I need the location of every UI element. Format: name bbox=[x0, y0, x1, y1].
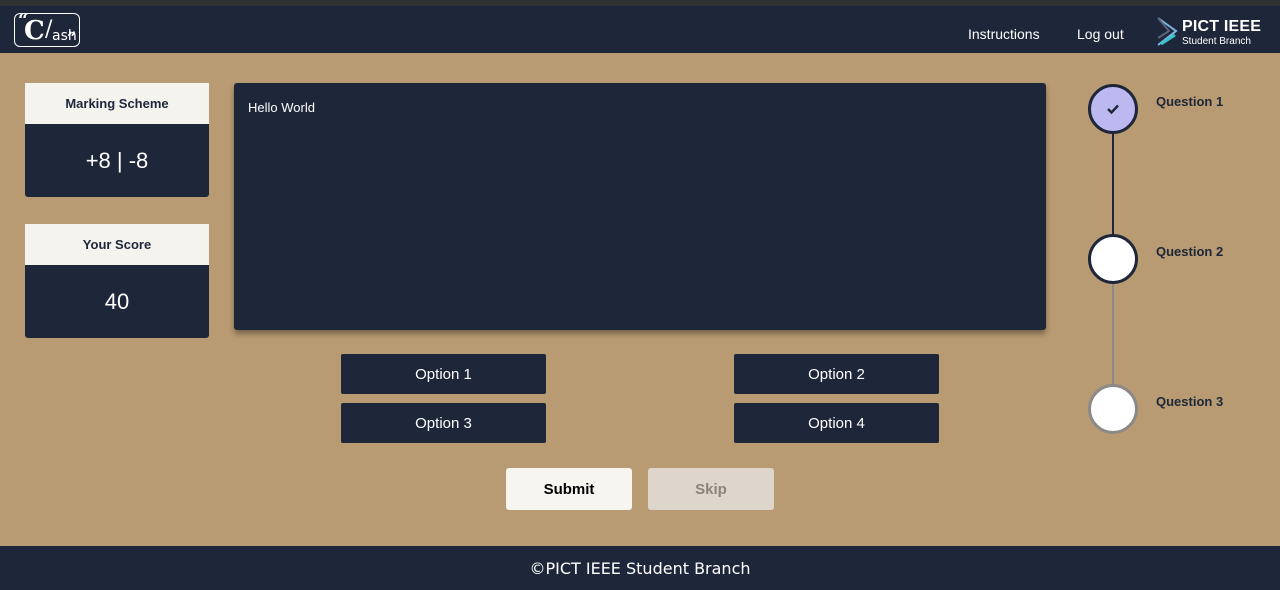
marking-scheme-value: +8 | -8 bbox=[25, 124, 209, 197]
question-panel: Hello World bbox=[234, 83, 1046, 330]
nav-instructions-link[interactable]: Instructions bbox=[968, 26, 1040, 42]
logo-quote-close: ” bbox=[67, 28, 77, 47]
step-2-indicator[interactable] bbox=[1088, 234, 1138, 284]
option-1-button[interactable]: Option 1 bbox=[341, 354, 546, 394]
brand-subtitle: Student Branch bbox=[1182, 36, 1251, 47]
footer-copyright: ©PICT IEEE Student Branch bbox=[529, 558, 751, 578]
question-text: Hello World bbox=[248, 100, 315, 115]
navbar: “ C / ash ” Instructions Log out PICT IE… bbox=[0, 6, 1280, 53]
option-3-button[interactable]: Option 3 bbox=[341, 403, 546, 443]
marking-scheme-label: Marking Scheme bbox=[25, 83, 209, 124]
submit-button[interactable]: Submit bbox=[506, 468, 632, 510]
ieee-triangle-icon bbox=[1157, 17, 1178, 46]
footer: ©PICT IEEE Student Branch bbox=[0, 546, 1280, 590]
progress-connector-2 bbox=[1112, 283, 1114, 386]
logo-letter-c: C bbox=[24, 16, 45, 46]
step-3-label: Question 3 bbox=[1156, 394, 1224, 409]
step-2-label: Question 2 bbox=[1156, 244, 1224, 259]
progress-connector-1 bbox=[1112, 132, 1114, 236]
step-1-label: Question 1 bbox=[1156, 94, 1224, 109]
check-icon bbox=[1107, 104, 1119, 115]
brand-title: PICT IEEE bbox=[1182, 18, 1262, 35]
nav-logout-link[interactable]: Log out bbox=[1077, 26, 1124, 42]
option-4-button[interactable]: Option 4 bbox=[734, 403, 939, 443]
skip-button[interactable]: Skip bbox=[648, 468, 774, 510]
score-label: Your Score bbox=[25, 224, 209, 265]
step-3-indicator[interactable] bbox=[1088, 384, 1138, 434]
step-1-indicator[interactable] bbox=[1088, 84, 1138, 134]
clash-logo[interactable]: “ C / ash ” bbox=[14, 10, 80, 47]
score-value: 40 bbox=[25, 265, 209, 338]
option-2-button[interactable]: Option 2 bbox=[734, 354, 939, 394]
